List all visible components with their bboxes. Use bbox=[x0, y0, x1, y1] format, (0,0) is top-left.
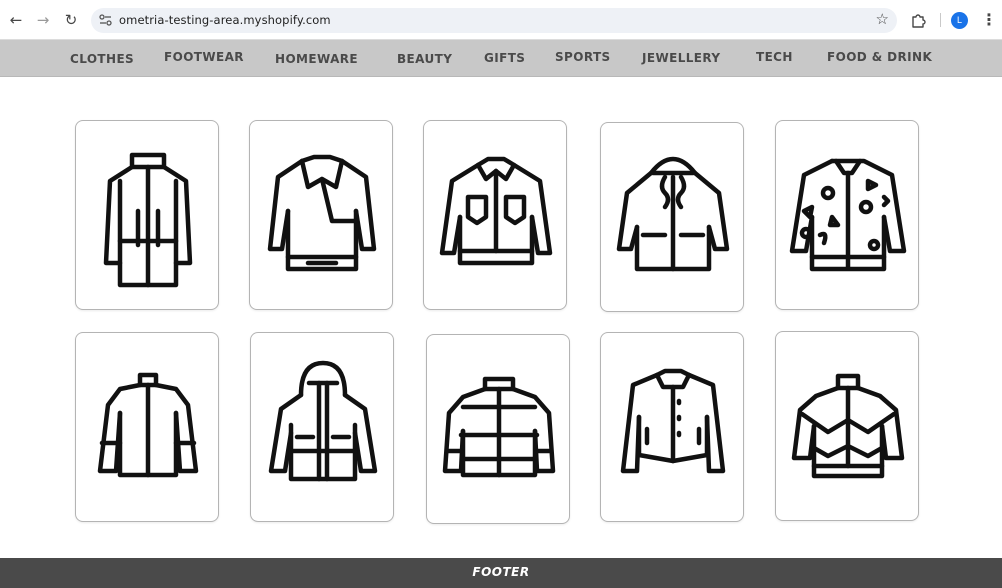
product-card[interactable] bbox=[426, 334, 570, 524]
hooded-parka-icon bbox=[616, 156, 730, 272]
profile-avatar[interactable]: L bbox=[951, 12, 968, 29]
address-bar[interactable]: ometria-testing-area.myshopify.com ☆ bbox=[91, 8, 897, 33]
toolbar-divider bbox=[940, 13, 941, 27]
back-arrow-icon[interactable]: ← bbox=[6, 10, 26, 30]
site-navigation: CLOTHES FOOTWEAR HOMEWARE BEAUTY GIFTS S… bbox=[0, 40, 1002, 77]
forward-arrow-icon[interactable]: → bbox=[33, 10, 53, 30]
button-jacket-icon bbox=[620, 368, 726, 474]
url-text[interactable]: ometria-testing-area.myshopify.com bbox=[119, 13, 331, 27]
product-card[interactable] bbox=[775, 120, 919, 310]
long-coat-icon bbox=[103, 152, 193, 288]
biker-jacket-icon bbox=[267, 154, 377, 272]
nav-item-gifts[interactable]: GIFTS bbox=[484, 51, 525, 65]
hooded-puffer-icon bbox=[268, 360, 378, 482]
nav-item-food-drink[interactable]: FOOD & DRINK bbox=[827, 50, 932, 64]
reload-icon[interactable]: ↻ bbox=[61, 10, 81, 30]
bookmark-star-icon[interactable]: ☆ bbox=[876, 10, 889, 28]
browser-toolbar: ← → ↻ ometria-testing-area.myshopify.com… bbox=[0, 0, 1002, 40]
footer-label: FOOTER bbox=[472, 565, 530, 579]
product-card[interactable] bbox=[250, 332, 394, 522]
patterned-bomber-icon bbox=[789, 158, 907, 272]
browser-menu-icon[interactable]: ⋮ bbox=[981, 10, 997, 30]
puffer-jacket-icon bbox=[442, 376, 556, 478]
track-jacket-icon bbox=[791, 373, 905, 479]
product-card[interactable] bbox=[600, 332, 744, 522]
nav-item-clothes[interactable]: CLOTHES bbox=[70, 52, 134, 66]
product-card[interactable] bbox=[75, 120, 219, 310]
site-footer: FOOTER bbox=[0, 558, 1002, 588]
product-card[interactable] bbox=[75, 332, 219, 522]
nav-item-sports[interactable]: SPORTS bbox=[555, 50, 611, 64]
product-card[interactable] bbox=[775, 331, 919, 521]
nav-item-footwear[interactable]: FOOTWEAR bbox=[164, 50, 244, 64]
nav-item-tech[interactable]: TECH bbox=[756, 50, 793, 64]
page: ← → ↻ ometria-testing-area.myshopify.com… bbox=[0, 0, 1002, 588]
product-grid bbox=[0, 78, 1002, 558]
extensions-puzzle-icon[interactable] bbox=[910, 11, 928, 29]
product-card[interactable] bbox=[600, 122, 744, 312]
zip-jacket-icon bbox=[97, 372, 199, 478]
nav-item-beauty[interactable]: BEAUTY bbox=[397, 52, 452, 66]
nav-item-homeware[interactable]: HOMEWARE bbox=[275, 52, 358, 66]
nav-item-jewellery[interactable]: JEWELLERY bbox=[642, 51, 720, 65]
site-info-icon[interactable] bbox=[97, 11, 115, 29]
product-card[interactable] bbox=[249, 120, 393, 310]
product-card[interactable] bbox=[423, 120, 567, 310]
denim-jacket-icon bbox=[439, 156, 553, 266]
